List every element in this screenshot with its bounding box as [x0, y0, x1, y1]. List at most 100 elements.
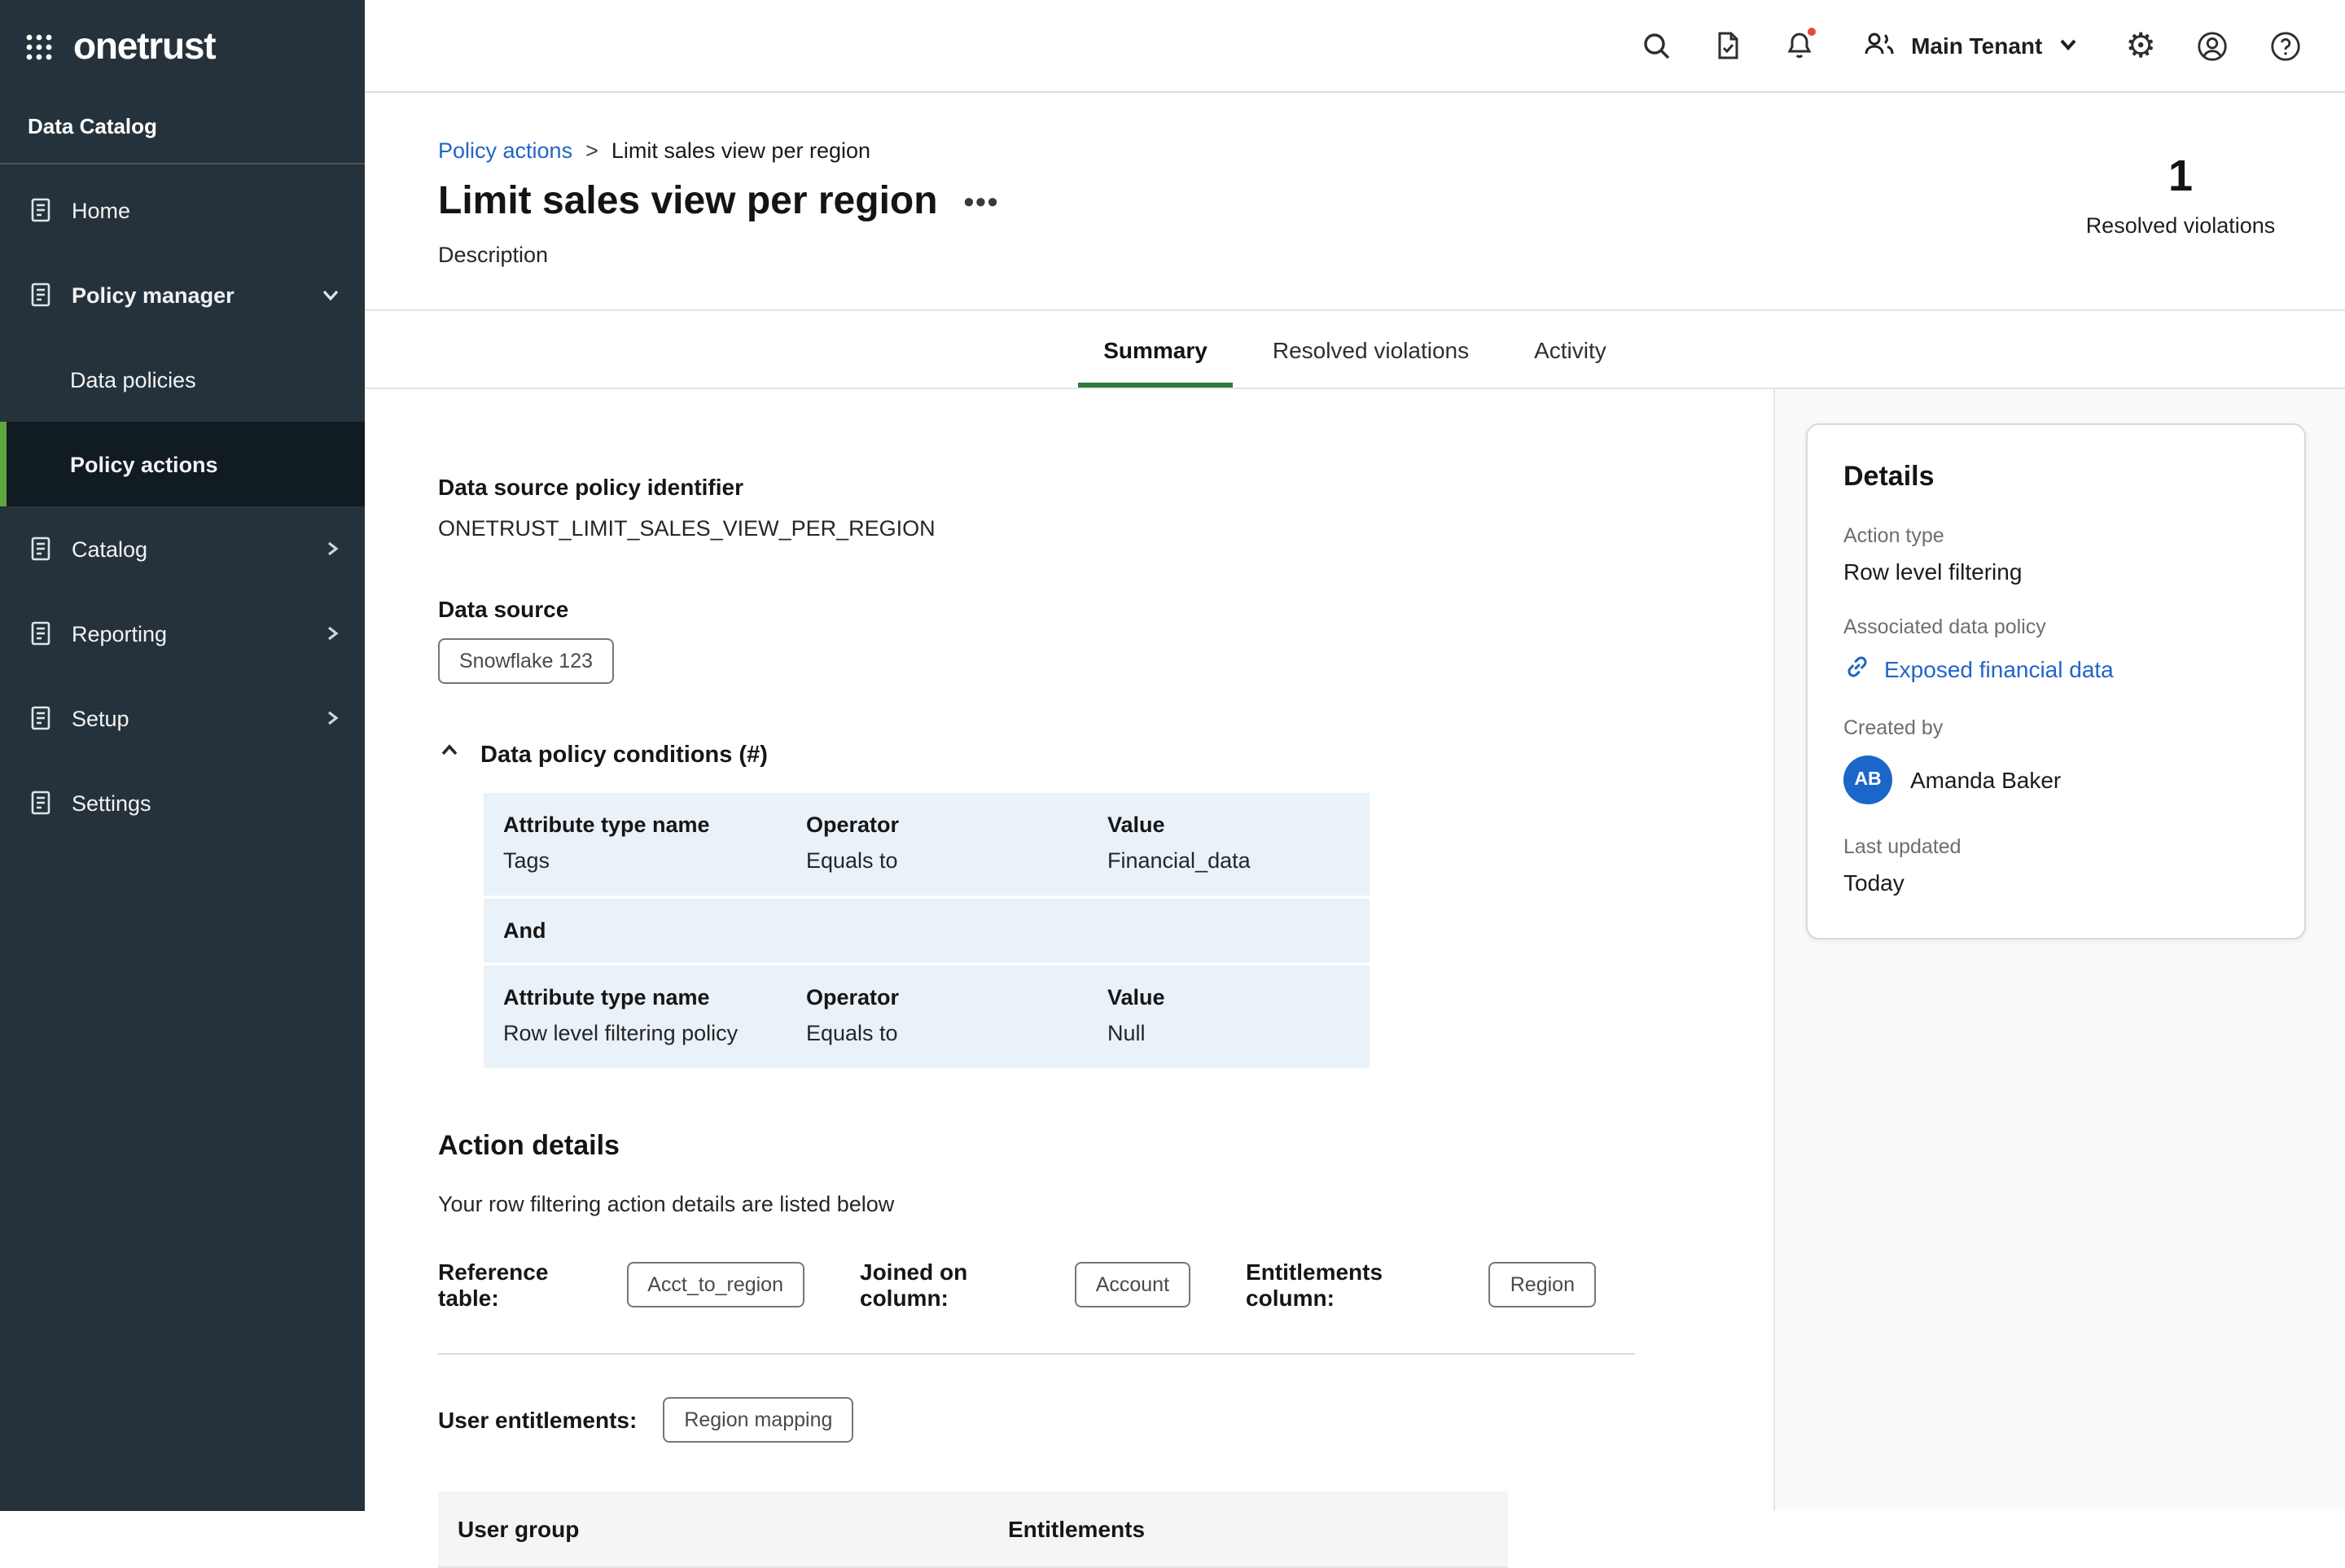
chevron-right-icon [322, 539, 342, 558]
chevron-down-icon [319, 283, 342, 306]
tenant-switcher[interactable]: Main Tenant [1861, 27, 2080, 64]
details-title: Details [1843, 461, 2268, 493]
resolved-violations-summary: 1 Resolved violations [2075, 151, 2286, 238]
entitlements-column-label: Entitlements column: [1246, 1259, 1466, 1311]
action-details-subtitle: Your row filtering action details are li… [438, 1192, 1651, 1216]
sidebar: onetrust Data Catalog Home Policy manage… [0, 0, 365, 1511]
document-icon [28, 197, 54, 223]
onetrust-logo[interactable]: onetrust [73, 24, 215, 68]
sidebar-item-policy-actions[interactable]: Policy actions [0, 422, 365, 506]
conditions-title: Data policy conditions (#) [480, 742, 768, 768]
document-icon [28, 620, 54, 646]
search-icon[interactable] [1639, 29, 1672, 62]
avatar: AB [1843, 756, 1892, 804]
sidebar-item-reporting[interactable]: Reporting [0, 591, 365, 676]
sidebar-item-label: Setup [72, 706, 129, 730]
sidebar-nav: Home Policy manager Data policies Policy… [0, 168, 365, 845]
condition-attr-header: Attribute type name [503, 812, 806, 837]
entitlements-column-chip[interactable]: Region [1489, 1262, 1596, 1307]
document-icon [28, 536, 54, 562]
gear-icon[interactable]: ⚙ [2125, 28, 2156, 63]
condition-row: Attribute type name Row level filtering … [484, 966, 1370, 1068]
entitlements-table-header: User group Entitlements [438, 1491, 1508, 1568]
document-check-icon[interactable] [1711, 29, 1743, 62]
summary-panel: Data source policy identifier ONETRUST_L… [438, 389, 1651, 1568]
condition-value-header: Value [1107, 812, 1350, 837]
action-type-label: Action type [1843, 524, 2268, 547]
sidebar-item-home[interactable]: Home [0, 168, 365, 252]
sidebar-item-label: Policy manager [72, 283, 234, 307]
sidebar-item-policy-manager[interactable]: Policy manager [0, 252, 365, 337]
joined-on-column-chip[interactable]: Account [1075, 1262, 1190, 1307]
sidebar-item-catalog[interactable]: Catalog [0, 506, 365, 591]
joined-on-column-label: Joined on column: [860, 1259, 1052, 1311]
reference-table-chip[interactable]: Acct_to_region [626, 1262, 804, 1307]
condition-op-header: Operator [806, 812, 1107, 837]
details-card: Details Action type Row level filtering … [1806, 423, 2306, 939]
user-entitlements-row: User entitlements: Region mapping [438, 1397, 1651, 1443]
breadcrumb-current: Limit sales view per region [611, 138, 870, 163]
page-body: Data source policy identifier ONETRUST_L… [365, 389, 2345, 1511]
action-details-fields: Reference table: Acct_to_region Joined o… [438, 1259, 1651, 1311]
section-divider [438, 1353, 1635, 1355]
user-entitlements-chip[interactable]: Region mapping [663, 1397, 853, 1443]
help-icon[interactable] [2268, 28, 2303, 63]
sidebar-item-data-policies[interactable]: Data policies [0, 337, 365, 422]
condition-op-value: Equals to [806, 848, 1107, 873]
action-details-title: Action details [438, 1130, 1651, 1163]
identifier-value: ONETRUST_LIMIT_SALES_VIEW_PER_REGION [438, 516, 1651, 541]
tab-label: Activity [1534, 336, 1606, 362]
created-by-label: Created by [1843, 716, 2268, 739]
last-updated-label: Last updated [1843, 835, 2268, 858]
sidebar-item-label: Policy actions [70, 452, 218, 476]
sidebar-item-setup[interactable]: Setup [0, 676, 365, 760]
entitlements-column-header: Entitlements [1008, 1516, 1508, 1542]
document-icon [28, 282, 54, 308]
tab-bar: Summary Resolved violations Activity [365, 311, 2345, 389]
violations-count: 1 [2075, 151, 2286, 202]
user-group-column-header: User group [458, 1516, 1008, 1542]
associated-policy-link-label: Exposed financial data [1884, 656, 2114, 682]
tab-summary[interactable]: Summary [1071, 311, 1240, 388]
more-options-icon[interactable]: ••• [964, 187, 1000, 217]
chevron-down-icon [2057, 32, 2080, 59]
document-icon [28, 790, 54, 816]
chevron-right-icon [322, 624, 342, 643]
tab-label: Summary [1103, 336, 1208, 362]
breadcrumb: Policy actions > Limit sales view per re… [438, 93, 2345, 163]
creator-name: Amanda Baker [1910, 767, 2061, 793]
page-title: Limit sales view per region [438, 177, 938, 226]
sidebar-item-label: Catalog [72, 537, 147, 561]
app-grid-icon[interactable] [24, 32, 54, 61]
account-icon[interactable] [2195, 28, 2229, 63]
associated-policy-link[interactable]: Exposed financial data [1843, 653, 2268, 685]
tab-resolved-violations[interactable]: Resolved violations [1240, 311, 1501, 388]
sidebar-item-label: Reporting [72, 621, 167, 646]
user-entitlements-label: User entitlements: [438, 1407, 637, 1433]
entitlements-table: User group Entitlements [438, 1491, 1508, 1568]
condition-value-header: Value [1107, 985, 1350, 1010]
condition-op-header: Operator [806, 985, 1107, 1010]
reference-table-label: Reference table: [438, 1259, 603, 1311]
violations-label: Resolved violations [2075, 213, 2286, 238]
conditions-section-toggle[interactable]: Data policy conditions (#) [438, 739, 1651, 770]
chevron-up-icon [438, 739, 461, 770]
associated-policy-label: Associated data policy [1843, 615, 2268, 638]
condition-attr-header: Attribute type name [503, 985, 806, 1010]
breadcrumb-parent-link[interactable]: Policy actions [438, 138, 572, 163]
condition-row: Attribute type name Tags Operator Equals… [484, 793, 1370, 896]
notification-dot [1805, 26, 1817, 37]
app-window: onetrust Data Catalog Home Policy manage… [0, 0, 2345, 1511]
data-source-chip[interactable]: Snowflake 123 [438, 638, 614, 684]
tab-activity[interactable]: Activity [1501, 311, 1639, 388]
notifications-bell-icon[interactable] [1782, 29, 1815, 62]
creator-row: AB Amanda Baker [1843, 756, 2268, 804]
logo-row: onetrust [0, 0, 365, 93]
link-icon [1843, 653, 1871, 685]
product-label: Data Catalog [0, 114, 365, 164]
sidebar-item-settings[interactable]: Settings [0, 760, 365, 845]
description-label: Description [438, 243, 2345, 267]
sidebar-item-label: Data policies [70, 367, 196, 392]
action-type-value: Row level filtering [1843, 558, 2268, 585]
condition-attr-value: Row level filtering policy [503, 1021, 806, 1045]
